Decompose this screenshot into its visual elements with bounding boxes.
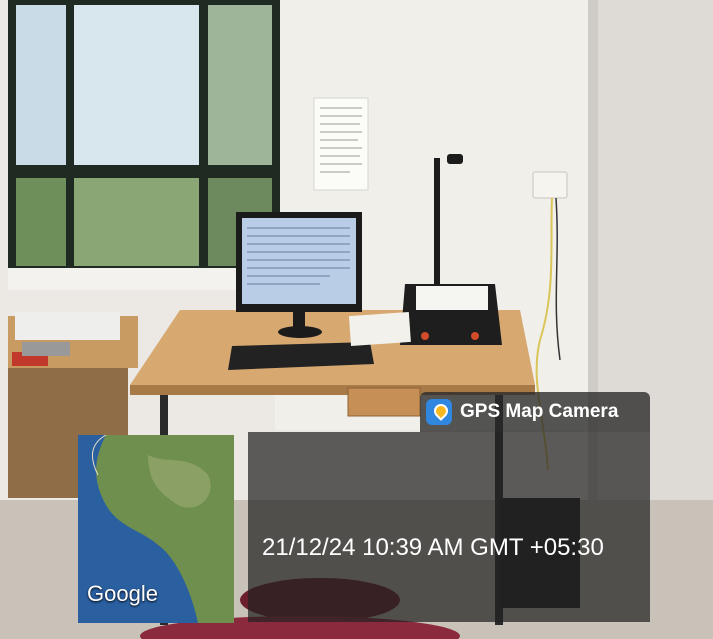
photo-frame: GPS Map Camera 21/12/24 10:39 AM GMT +05… [0,0,713,639]
location-overlay: 21/12/24 10:39 AM GMT +05:30 [248,432,650,622]
google-logo: Google [87,581,158,606]
app-name: GPS Map Camera [460,401,619,422]
capture-datetime: 21/12/24 10:39 AM GMT +05:30 [262,534,604,561]
map-pin-camera-icon [426,399,452,425]
map-thumbnail: Google [78,435,234,623]
gps-map-camera-badge: GPS Map Camera [420,392,650,432]
